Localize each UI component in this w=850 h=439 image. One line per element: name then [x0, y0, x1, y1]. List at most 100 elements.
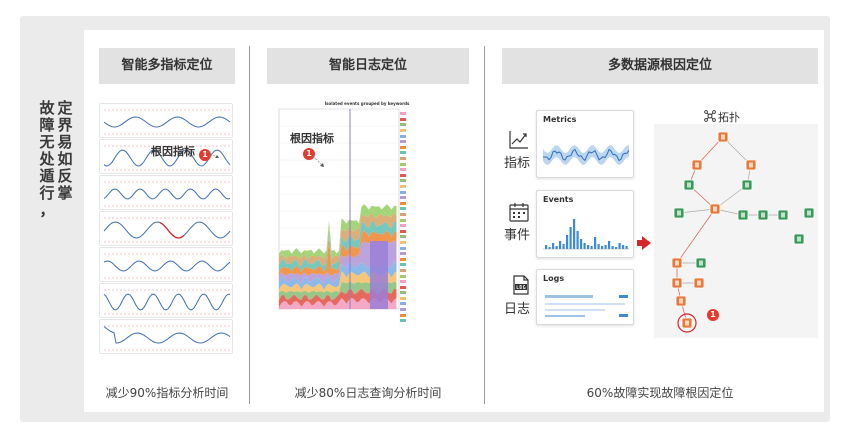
topology-node — [793, 233, 805, 245]
topology-node — [671, 257, 683, 269]
footer-log: 减少80%日志查询分析时间 — [294, 386, 442, 400]
metrics-card: Metrics — [536, 110, 634, 178]
log-chart-legend — [400, 111, 468, 324]
legend-swatch — [400, 123, 406, 127]
panel-title-multi-source: 多数据源根因定位 — [502, 48, 818, 84]
legend-swatch — [400, 285, 406, 289]
logs-lines — [545, 295, 628, 317]
legend-swatch — [400, 263, 406, 267]
metric-chart-card — [99, 247, 233, 282]
legend-swatch — [400, 190, 406, 194]
legend-swatch — [400, 302, 406, 306]
legend-swatch — [400, 117, 406, 121]
metrics-band-chart — [542, 145, 630, 165]
root-metric-annotation: 根因指标 — [151, 145, 195, 158]
legend-swatch — [400, 308, 406, 312]
legend-swatch — [400, 157, 406, 161]
footer-multi-metric: 减少90%指标分析时间 — [105, 386, 229, 400]
metric-chart-card — [99, 211, 233, 246]
legend-swatch — [400, 280, 406, 284]
slogan-char: 遁 — [39, 167, 55, 185]
slogan-char: 如 — [57, 150, 73, 168]
metric-chart-card — [99, 175, 233, 210]
source-label-logs: 日志 — [504, 302, 531, 317]
root-log-annotation: 根因指标 — [290, 132, 334, 145]
calendar-icon — [509, 203, 529, 222]
topology-node — [671, 277, 683, 289]
topology-node — [717, 131, 729, 143]
legend-swatch — [400, 196, 406, 200]
legend-swatch — [400, 274, 406, 278]
topology-node — [777, 209, 789, 221]
legend-swatch — [400, 240, 406, 244]
topology-node — [803, 207, 815, 219]
panel-divider — [249, 46, 250, 404]
panel-divider — [484, 46, 485, 404]
slogan-char: 界 — [57, 116, 73, 134]
events-card: Events — [536, 190, 634, 258]
metric-chart-list — [99, 103, 233, 354]
slogan-char: 无 — [39, 133, 55, 151]
legend-swatch — [400, 296, 406, 300]
topology-node — [757, 209, 769, 221]
slogan-column-1: 故障无处遁行， — [38, 100, 56, 219]
metrics-chart-icon — [509, 131, 528, 149]
legend-swatch — [400, 319, 406, 323]
slogan-char: 反 — [57, 167, 73, 185]
metric-chart-card — [99, 283, 233, 318]
legend-swatch — [400, 201, 406, 205]
topology-node — [741, 179, 753, 191]
log-file-icon — [513, 275, 529, 295]
legend-swatch — [400, 229, 406, 233]
legend-swatch — [400, 218, 406, 222]
topology-node — [683, 179, 695, 191]
legend-swatch — [400, 112, 406, 116]
panel-title-multi-metric: 智能多指标定位 — [99, 48, 235, 84]
legend-swatch — [400, 252, 406, 256]
slogan-char: 易 — [57, 133, 73, 151]
logs-card: Logs — [536, 269, 634, 325]
panel-title-log: 智能日志定位 — [267, 48, 469, 84]
topology-node — [691, 159, 703, 171]
slogan-char: 掌 — [57, 184, 73, 202]
source-label-metrics: 指标 — [504, 156, 531, 171]
topology-node — [675, 295, 687, 307]
topology-node — [693, 277, 705, 289]
slogan-char: 障 — [39, 116, 55, 134]
slogan-column-2: 定界易如反掌 — [56, 100, 74, 202]
topology-diagram — [654, 124, 818, 338]
legend-swatch — [400, 235, 406, 239]
legend-swatch — [400, 207, 406, 211]
legend-entry — [400, 318, 468, 324]
legend-swatch — [400, 291, 406, 295]
legend-swatch — [400, 212, 406, 216]
log-stacked-area-chart — [278, 108, 400, 310]
legend-swatch — [400, 129, 406, 133]
legend-swatch — [400, 268, 406, 272]
legend-swatch — [400, 313, 406, 317]
topology-node — [709, 203, 721, 215]
slogan-char: 行 — [39, 184, 55, 202]
topology-node — [737, 209, 749, 221]
topology-graph — [671, 131, 815, 333]
legend-swatch — [400, 246, 406, 250]
topology-label: 拓扑 — [718, 111, 740, 124]
legend-swatch — [400, 162, 406, 166]
legend-swatch — [400, 134, 406, 138]
metric-chart-card — [99, 103, 233, 138]
topology-node — [673, 207, 685, 219]
topology-node — [695, 257, 707, 269]
topology-node — [745, 159, 757, 171]
topology-icon — [704, 110, 716, 122]
legend-swatch — [400, 173, 406, 177]
legend-swatch — [400, 257, 406, 261]
legend-swatch — [400, 151, 406, 155]
metric-chart-card — [99, 319, 233, 354]
pointer-arrow-icon — [312, 155, 324, 167]
pointer-arrow-icon — [206, 151, 220, 159]
slogan-char: 故 — [39, 99, 55, 117]
legend-swatch — [400, 179, 406, 183]
legend-swatch — [400, 224, 406, 228]
slogan-char: 处 — [39, 150, 55, 168]
events-bar-chart — [543, 219, 629, 250]
